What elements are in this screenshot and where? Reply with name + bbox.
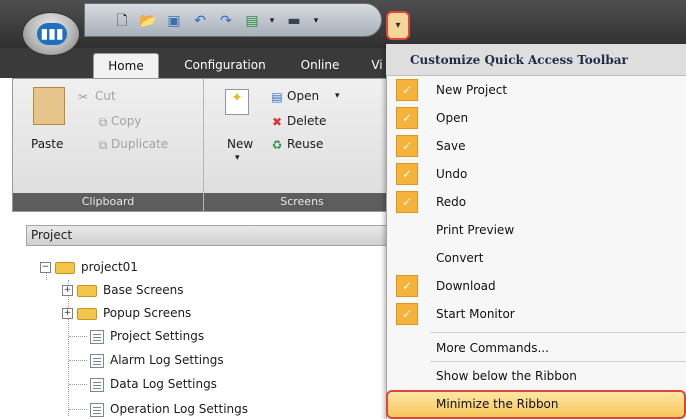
open-folder-icon[interactable]: 📂 <box>139 13 157 29</box>
menu-item-redo[interactable] <box>386 188 686 216</box>
paste-icon[interactable] <box>33 87 65 125</box>
expand-icon[interactable]: + <box>62 285 73 296</box>
checkmark-icon: ✓ <box>396 163 418 185</box>
tree-item-operation-log-settings[interactable]: Operation Log Settings <box>90 400 248 418</box>
checkmark-icon: ✓ <box>396 303 418 325</box>
menu-item-label: Show below the Ribbon <box>436 369 577 383</box>
folder-icon <box>77 307 97 320</box>
tab-view[interactable]: Vi <box>366 53 388 78</box>
chevron-down-icon[interactable]: ▾ <box>263 13 281 29</box>
chevron-down-icon[interactable]: ▾ <box>335 91 340 101</box>
settings-doc-icon <box>90 402 104 417</box>
tree-item-label: Alarm Log Settings <box>110 353 224 367</box>
tree-line <box>69 384 87 385</box>
screen-preview-icon[interactable]: ▤ <box>243 13 261 29</box>
menu-item-label: Start Monitor <box>436 307 515 321</box>
menu-item-label: More Commands... <box>436 341 549 355</box>
tree-item-label: Base Screens <box>103 283 184 297</box>
open-screen-icon: ▤ <box>271 90 283 104</box>
application-button[interactable]: ▮▮▮ <box>22 12 80 56</box>
menu-item-convert[interactable] <box>386 244 686 272</box>
cut-button[interactable]: Cut <box>95 89 116 103</box>
duplicate-button[interactable]: Duplicate <box>111 137 168 151</box>
menu-item-label: Undo <box>436 167 468 181</box>
ribbon-panel: Paste ✂ Cut ⧉ Copy ⧉ Duplicate Clipboard… <box>12 78 400 212</box>
open-screen-button[interactable]: Open <box>287 89 319 103</box>
tree-line <box>69 409 87 410</box>
menu-item-download[interactable] <box>386 272 686 300</box>
group-divider <box>203 79 204 211</box>
menu-item-label: Redo <box>436 195 467 209</box>
save-icon[interactable]: ▣ <box>165 13 183 29</box>
checkmark-icon: ✓ <box>396 191 418 213</box>
tree-item-label: Popup Screens <box>103 306 192 320</box>
tree-item-project01[interactable]: − project01 <box>40 258 138 276</box>
group-label-clipboard: Clipboard <box>13 193 203 211</box>
tree-item-label: Project Settings <box>110 329 205 343</box>
tree-line <box>68 280 69 416</box>
checkmark-icon: ✓ <box>396 275 418 297</box>
menu-title: Customize Quick Access Toolbar <box>410 53 628 67</box>
menu-item-new-project[interactable] <box>386 76 686 104</box>
tab-online[interactable]: Online <box>292 53 348 78</box>
settings-doc-icon <box>90 329 104 344</box>
menu-item-label: New Project <box>436 83 508 97</box>
tree-item-project-settings[interactable]: Project Settings <box>90 327 204 345</box>
menu-item-print-preview[interactable] <box>386 216 686 244</box>
menu-item-label: Download <box>436 279 496 293</box>
tree-line <box>69 360 87 361</box>
chevron-down-icon[interactable]: ▾ <box>307 13 325 29</box>
quick-access-toolbar: 🗋 📂 ▣ ↶ ↷ ▤ ▾ ▬ ▾ <box>84 3 382 37</box>
delete-button[interactable]: Delete <box>287 114 326 128</box>
copy-button[interactable]: Copy <box>111 114 141 128</box>
tree-item-label: Data Log Settings <box>110 377 217 391</box>
menu-item-label: Open <box>436 111 469 125</box>
collapse-icon[interactable]: − <box>40 262 51 273</box>
tree-item-alarm-log-settings[interactable]: Alarm Log Settings <box>90 351 224 369</box>
new-file-icon[interactable]: 🗋 <box>113 13 131 29</box>
tree-item-data-log-settings[interactable]: Data Log Settings <box>90 375 217 393</box>
menu-item-undo[interactable] <box>386 160 686 188</box>
tree-item-base-screens[interactable]: + Base Screens <box>62 281 184 299</box>
menu-separator <box>430 332 686 333</box>
new-screen-button[interactable]: New <box>227 137 253 151</box>
app-logo-icon: ▮▮▮ <box>37 23 67 45</box>
delete-icon: ✖ <box>271 115 283 129</box>
monitor-icon[interactable]: ▬ <box>285 13 303 29</box>
tab-home[interactable]: Home <box>93 53 159 79</box>
checkmark-icon: ✓ <box>396 79 418 101</box>
customize-qat-dropdown-button[interactable]: ▾ <box>386 11 410 40</box>
chevron-down-icon[interactable]: ▾ <box>235 153 240 163</box>
menu-item-save[interactable] <box>386 132 686 160</box>
settings-doc-icon <box>90 377 104 392</box>
menu-item-label: Convert <box>436 251 484 265</box>
checkmark-icon: ✓ <box>396 107 418 129</box>
reuse-icon: ♻ <box>271 138 283 152</box>
menu-item-label: Minimize the Ribbon <box>436 397 559 411</box>
tree-line <box>69 336 87 337</box>
menu-item-label: Print Preview <box>436 223 515 237</box>
duplicate-icon: ⧉ <box>98 138 108 152</box>
new-screen-icon[interactable]: ✦ <box>225 89 249 115</box>
tree-item-label: Operation Log Settings <box>110 402 248 416</box>
checkmark-icon: ✓ <box>396 135 418 157</box>
tree-item-label: project01 <box>81 260 138 274</box>
menu-item-start-monitor[interactable] <box>386 300 686 328</box>
expand-icon[interactable]: + <box>62 308 73 319</box>
group-label-screens: Screens <box>204 193 400 211</box>
project-panel-header: Project <box>26 225 400 246</box>
cut-icon: ✂ <box>77 90 89 104</box>
settings-doc-icon <box>90 353 104 368</box>
paste-button[interactable]: Paste <box>31 137 63 151</box>
redo-icon[interactable]: ↷ <box>217 13 235 29</box>
tree-item-popup-screens[interactable]: + Popup Screens <box>62 304 191 322</box>
menu-item-label: Save <box>436 139 466 153</box>
copy-icon: ⧉ <box>98 115 108 129</box>
folder-icon <box>55 261 75 274</box>
reuse-button[interactable]: Reuse <box>287 137 323 151</box>
folder-icon <box>77 284 97 297</box>
menu-item-open[interactable] <box>386 104 686 132</box>
tab-configuration[interactable]: Configuration <box>170 53 280 78</box>
undo-icon[interactable]: ↶ <box>191 13 209 29</box>
